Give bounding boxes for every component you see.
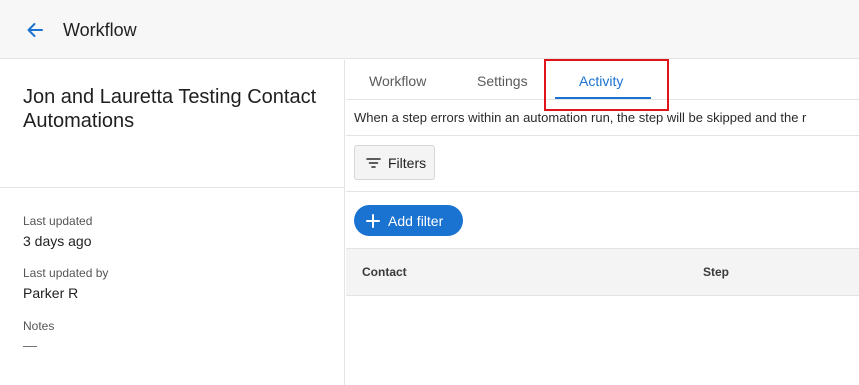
filters-button[interactable]: Filters	[354, 145, 435, 180]
last-updated-by-label: Last updated by	[23, 266, 109, 280]
tab-workflow[interactable]: Workflow	[369, 72, 426, 90]
page-title: Workflow	[63, 20, 137, 40]
notice-divider	[346, 135, 859, 136]
filters-label: Filters	[388, 154, 427, 171]
error-notice-text: When a step errors within an automation …	[354, 110, 807, 125]
notes-value: —	[23, 337, 37, 353]
column-header-step[interactable]: Step	[703, 264, 729, 280]
top-header: Workflow	[0, 0, 859, 59]
workflow-name: Jon and Lauretta Testing Contact Automat…	[23, 86, 317, 132]
add-filter-button[interactable]: Add filter	[354, 205, 463, 236]
activity-table-header: Contact Step	[346, 248, 859, 296]
highlight-annotation-box	[544, 59, 669, 111]
details-divider	[0, 187, 345, 188]
plus-icon	[366, 213, 380, 228]
filters-divider	[346, 191, 859, 192]
last-updated-by-value: Parker R	[23, 285, 79, 301]
arrow-left-icon	[27, 23, 43, 37]
add-filter-label: Add filter	[388, 212, 444, 229]
last-updated-value: 3 days ago	[23, 233, 92, 249]
tab-settings[interactable]: Settings	[477, 72, 528, 90]
filter-lines-icon	[366, 157, 381, 168]
notes-label: Notes	[23, 319, 55, 333]
back-button[interactable]	[22, 17, 48, 43]
last-updated-label: Last updated	[23, 214, 93, 228]
workflow-details-panel: Jon and Lauretta Testing Contact Automat…	[0, 60, 345, 385]
column-header-contact[interactable]: Contact	[362, 264, 407, 280]
activity-panel: Workflow Settings Activity When a step e…	[346, 59, 859, 385]
